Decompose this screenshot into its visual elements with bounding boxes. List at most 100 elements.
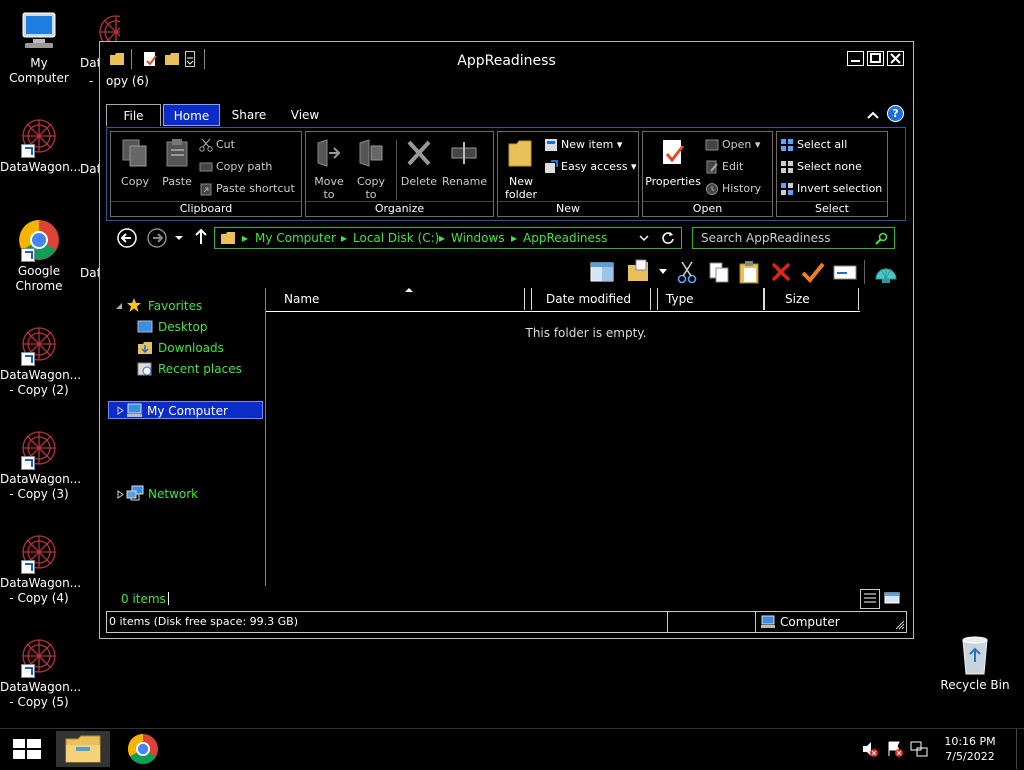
open-button[interactable]: Open ▾	[705, 136, 760, 154]
new-folder-icon	[508, 140, 532, 167]
minimize-button[interactable]	[847, 51, 864, 66]
invert-selection-button[interactable]: Invert selection	[780, 180, 882, 198]
start-button[interactable]	[0, 731, 54, 767]
command-toolbar	[590, 258, 910, 286]
select-none-button[interactable]: Select none	[780, 158, 862, 176]
empty-folder-message: This folder is empty.	[525, 326, 647, 340]
breadcrumb-separator[interactable]: ▸	[242, 231, 248, 245]
expanded-arrow-icon[interactable]	[115, 302, 123, 310]
tab-share[interactable]: Share	[222, 104, 276, 126]
column-size[interactable]: Size	[764, 288, 859, 310]
resize-grip-icon[interactable]	[895, 620, 905, 630]
move-to-button[interactable]: Move to	[309, 138, 349, 201]
back-button[interactable]	[116, 227, 138, 249]
taskbar-file-explorer[interactable]	[56, 731, 110, 767]
nav-network[interactable]: Network	[148, 485, 198, 503]
breadcrumb-windows[interactable]: Windows	[451, 231, 505, 245]
open-group-label: Open	[643, 201, 772, 216]
rename-icon[interactable]	[833, 263, 857, 281]
select-all-button[interactable]: Select all	[780, 136, 847, 154]
search-box[interactable]: Search AppReadiness	[692, 227, 895, 249]
forward-button[interactable]	[146, 227, 168, 249]
nav-downloads[interactable]: Downloads	[158, 339, 224, 357]
column-type[interactable]: Type	[657, 288, 764, 310]
breadcrumb-separator[interactable]: ▸	[439, 231, 445, 245]
copy-path-button[interactable]: Copy path	[199, 158, 272, 176]
folder-options-icon[interactable]	[626, 259, 652, 283]
tab-file[interactable]: File	[106, 104, 161, 126]
desktop-icon-datawagon-copy-2[interactable]: DataWagon... - Copy (2)	[0, 322, 81, 398]
explorer-window[interactable]: AppReadiness opy (6) File Home Share Vie…	[99, 41, 914, 639]
large-icons-view-button[interactable]	[884, 591, 900, 605]
clock[interactable]: 10:16 PM 7/5/2022	[940, 734, 1000, 764]
close-button[interactable]	[887, 51, 904, 66]
desktop-icon-my-computer[interactable]: My Computer	[0, 10, 78, 86]
volume-muted-icon[interactable]	[861, 740, 879, 758]
ribbon-tabs: File Home Share View ?	[106, 104, 906, 126]
breadcrumb-separator[interactable]: ▸	[511, 231, 517, 245]
delete-icon[interactable]	[770, 261, 792, 283]
desktop-icon-recycle-bin[interactable]: Recycle Bin	[935, 632, 1015, 693]
nav-recent-places[interactable]: Recent places	[158, 360, 242, 378]
checkmark-icon[interactable]	[801, 261, 825, 283]
shortcut-arrow-icon	[21, 352, 35, 366]
easy-access-button[interactable]: Easy access ▾	[544, 158, 637, 176]
new-item-button[interactable]: New item ▾	[544, 136, 622, 154]
copy-to-button[interactable]: Copy to	[351, 138, 391, 201]
breadcrumb-separator[interactable]: ▸	[341, 231, 347, 245]
breadcrumb-appreadiness[interactable]: AppReadiness	[523, 231, 607, 245]
title-bar[interactable]: AppReadiness	[100, 42, 913, 80]
taskbar-chrome[interactable]	[116, 731, 170, 767]
desktop-icon-datawagon[interactable]: DataWagon...	[0, 114, 81, 175]
address-bar[interactable]: ▸ My Computer ▸ Local Disk (C:) ▸ Window…	[214, 227, 682, 249]
group-divider	[396, 140, 397, 200]
desktop-icon-datawagon-copy-4[interactable]: DataWagon... - Copy (4)	[0, 530, 81, 606]
column-name[interactable]: Name	[266, 288, 525, 310]
shell-icon[interactable]	[873, 259, 899, 285]
tab-home[interactable]: Home	[163, 104, 220, 126]
tab-view[interactable]: View	[278, 104, 332, 126]
breadcrumb-local-disk[interactable]: Local Disk (C:)	[353, 231, 439, 245]
recent-locations-chevron-icon[interactable]	[174, 233, 184, 243]
help-button[interactable]: ?	[887, 105, 904, 122]
desktop-icon-datawagon-copy-5[interactable]: DataWagon... - Copy (5)	[0, 634, 81, 710]
refresh-icon[interactable]	[661, 231, 675, 245]
edit-button[interactable]: Edit	[705, 158, 743, 176]
history-button[interactable]: History	[705, 180, 761, 198]
paste-icon[interactable]	[738, 260, 760, 284]
rename-button[interactable]: Rename	[442, 138, 487, 188]
search-icon[interactable]	[875, 232, 888, 245]
cut-icon[interactable]	[677, 260, 697, 284]
paste-shortcut-button[interactable]: Paste shortcut	[199, 180, 295, 198]
properties-button[interactable]: Properties	[645, 138, 701, 188]
action-center-flag-icon[interactable]	[886, 740, 904, 758]
new-folder-button[interactable]: New folder	[501, 138, 541, 201]
up-button[interactable]	[193, 228, 209, 246]
paste-button[interactable]: Paste	[157, 138, 197, 188]
collapsed-arrow-icon[interactable]	[117, 406, 125, 415]
copy-icon[interactable]	[708, 261, 730, 283]
delete-button[interactable]: Delete	[399, 138, 439, 188]
network-status-icon[interactable]	[910, 740, 928, 758]
preview-pane-icon[interactable]	[590, 261, 614, 283]
nav-desktop[interactable]: Desktop	[158, 318, 208, 336]
address-dropdown-chevron-icon[interactable]	[639, 233, 649, 243]
taskbar: 10:16 PM 7/5/2022	[0, 728, 1024, 769]
column-date-modified[interactable]: Date modified	[531, 288, 651, 310]
select-all-icon	[781, 139, 793, 151]
desktop-icon-google-chrome[interactable]: Google Chrome	[0, 218, 78, 294]
copy-button[interactable]: Copy	[115, 138, 155, 188]
nav-favorites[interactable]: Favorites	[148, 297, 202, 315]
collapse-ribbon-icon[interactable]	[866, 108, 880, 122]
options-dropdown-chevron-icon[interactable]	[658, 268, 668, 276]
copy-to-icon	[359, 139, 383, 167]
status-location: Computer	[780, 615, 840, 629]
cut-button[interactable]: Cut	[199, 136, 235, 154]
show-desktop-button[interactable]	[1016, 729, 1024, 769]
breadcrumb-my-computer[interactable]: My Computer	[255, 231, 336, 245]
computer-icon	[127, 403, 142, 417]
collapsed-arrow-icon[interactable]	[117, 490, 125, 499]
desktop-icon-datawagon-copy-3[interactable]: DataWagon... - Copy (3)	[0, 426, 81, 502]
maximize-button[interactable]	[867, 51, 884, 66]
details-view-button[interactable]	[860, 589, 880, 609]
